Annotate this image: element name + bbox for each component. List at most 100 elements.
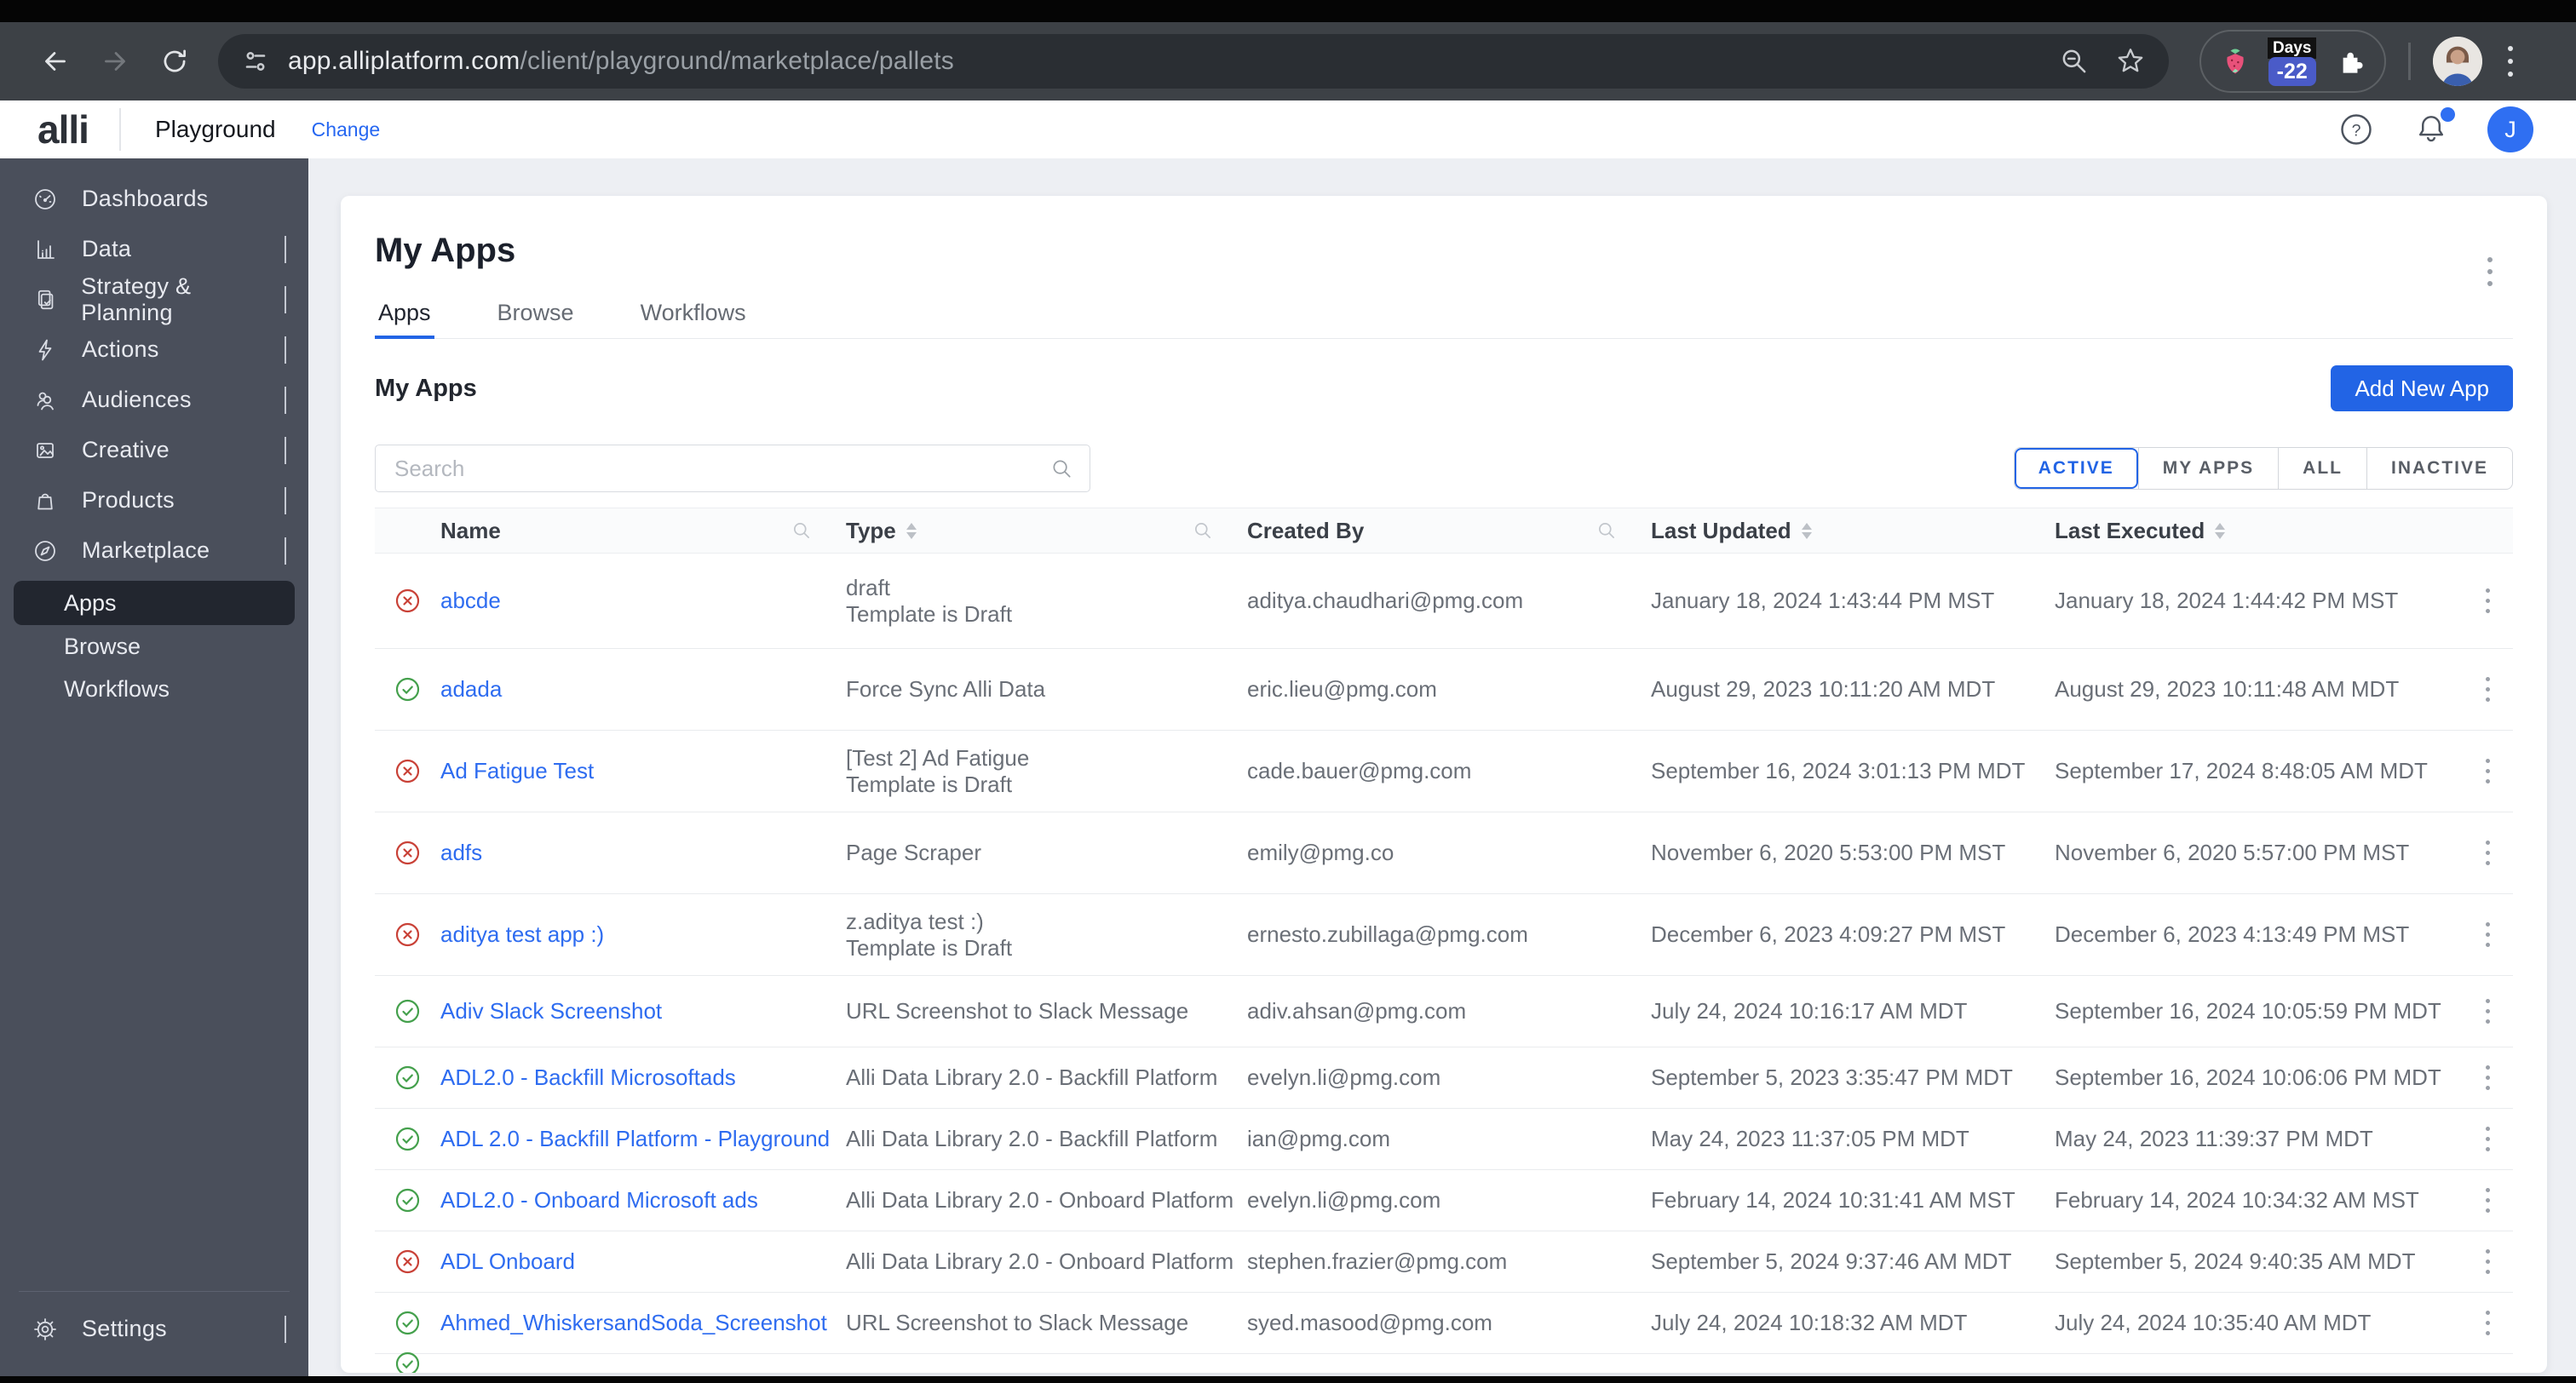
row-actions-kebab[interactable] [2481,1244,2495,1279]
user-avatar[interactable]: J [2487,106,2533,152]
change-workspace-link[interactable]: Change [312,118,381,141]
app-name-link[interactable]: adada [440,676,502,702]
extensions-puzzle-icon[interactable] [2332,43,2367,79]
filter-active[interactable]: ACTIVE [2015,448,2138,489]
days-extension-badge[interactable]: Days -22 [2268,37,2317,86]
row-actions-kebab[interactable] [2481,917,2495,952]
app-name-link[interactable]: ADL Onboard [440,1248,575,1274]
bookmark-star-icon[interactable] [2114,45,2147,77]
sidebar-item-audiences[interactable]: Audiences [0,375,308,425]
row-actions-kebab[interactable] [2481,672,2495,707]
app-name-link[interactable]: Ahmed_WhiskersandSoda_Screenshot [440,1310,827,1335]
last-updated: September 16, 2024 3:01:13 PM MDT [1651,758,2026,783]
notifications-bell[interactable] [2412,107,2455,148]
app-name-link[interactable]: ADL2.0 - Backfill Microsoftads [440,1065,736,1090]
table-row[interactable]: Adiv Slack Screenshot URL Screenshot to … [375,976,2513,1047]
table-row[interactable]: aditya test app :) z.aditya test :) Temp… [375,894,2513,976]
reload-icon[interactable] [158,45,191,77]
column-search-icon[interactable] [1193,520,1213,541]
sidebar-item-actions[interactable]: Actions [0,324,308,375]
row-actions-kebab[interactable] [2481,835,2495,870]
sidebar-subitem-workflows[interactable]: Workflows [0,668,308,710]
search-input[interactable] [375,445,1090,492]
search-icon[interactable] [1050,457,1073,480]
table-row[interactable]: abcde draft Template is Draft aditya.cha… [375,554,2513,649]
sidebar-item-creative[interactable]: Creative [0,425,308,475]
sidebar-item-label: Marketplace [82,537,210,563]
app-name-link[interactable]: abcde [440,588,501,613]
type-cell: z.aditya test :) Template is Draft [846,909,1247,961]
table-row[interactable]: Ad Fatigue Test [Test 2] Ad Fatigue Temp… [375,731,2513,812]
row-actions-kebab[interactable] [2481,1183,2495,1218]
page-actions-kebab[interactable] [2482,252,2498,291]
type-line1: Alli Data Library 2.0 - Onboard Platform [846,1248,1234,1274]
browser-profile-avatar[interactable] [2433,37,2483,86]
filter-my-apps[interactable]: MY APPS [2137,448,2278,489]
add-new-app-button[interactable]: Add New App [2331,365,2513,411]
row-actions-kebab[interactable] [2481,583,2495,618]
site-settings-icon[interactable] [240,46,271,77]
table-row[interactable]: ADL2.0 - Backfill Microsoftads Alli Data… [375,1047,2513,1109]
row-actions-kebab[interactable] [2481,1060,2495,1095]
forward-icon[interactable] [99,45,131,77]
table-row[interactable]: Ahmed_WhiskersandSoda_Screenshot URL Scr… [375,1293,2513,1354]
table-row[interactable]: adfs Page Scraper emily@pmg.co November … [375,812,2513,894]
browser-chrome: app.alliplatform.com/client/playground/m… [0,0,2576,100]
sidebar-item-dashboards[interactable]: Dashboards [0,174,308,224]
row-actions-kebab[interactable] [2481,754,2495,789]
filter-all[interactable]: ALL [2278,448,2366,489]
sidebar-subitem-browse[interactable]: Browse [0,625,308,668]
filter-inactive[interactable]: INACTIVE [2366,448,2512,489]
sidebar-item-strategy-planning[interactable]: Strategy & Planning [0,273,308,325]
sidebar-subitem-apps[interactable]: Apps [14,581,295,625]
sidebar-item-products[interactable]: Products [0,475,308,525]
tab-browse[interactable]: Browse [494,295,578,338]
address-bar[interactable]: app.alliplatform.com/client/playground/m… [218,34,2169,89]
sidebar-item-marketplace[interactable]: Marketplace [0,525,308,576]
sidebar-subitem-label: Apps [64,589,117,616]
chevron-right-icon [285,286,286,313]
tab-apps[interactable]: Apps [375,295,434,339]
status-cell [375,1065,440,1091]
last-updated: July 24, 2024 10:16:17 AM MDT [1651,998,1968,1024]
type-line1: [Test 2] Ad Fatigue [846,744,1030,771]
type-cell: [Test 2] Ad Fatigue Template is Draft [846,745,1247,798]
app-name-link[interactable]: ADL 2.0 - Backfill Platform - Playground [440,1126,830,1151]
created-by: ernesto.zubillaga@pmg.com [1247,921,1528,947]
sort-icon[interactable] [1801,522,1812,539]
row-actions-kebab[interactable] [2481,1122,2495,1156]
sidebar-item-settings[interactable]: Settings [0,1304,308,1354]
column-search-icon[interactable] [1596,520,1617,541]
column-header-created-by[interactable]: Created By [1247,518,1651,544]
table-row[interactable]: ADL 2.0 - Backfill Platform - Playground… [375,1109,2513,1170]
column-search-icon[interactable] [791,520,812,541]
app-name-link[interactable]: aditya test app :) [440,921,604,947]
column-header-type[interactable]: Type [846,518,1247,544]
sidebar: Dashboards Data Strategy & Planning Acti… [0,158,308,1376]
tab-workflows[interactable]: Workflows [637,295,750,338]
type-cell: URL Screenshot to Slack Message [846,998,1247,1024]
table-row[interactable]: ADL2.0 - Onboard Microsoft ads Alli Data… [375,1170,2513,1231]
back-icon[interactable] [39,45,72,77]
app-name-link[interactable]: ADL2.0 - Onboard Microsoft ads [440,1187,758,1213]
strawberry-extension-icon[interactable] [2218,44,2252,78]
sidebar-item-data[interactable]: Data [0,224,308,274]
table-row[interactable]: ADL Onboard Alli Data Library 2.0 - Onbo… [375,1231,2513,1293]
column-header-last-updated[interactable]: Last Updated [1651,518,2055,544]
column-header-name[interactable]: Name [440,518,846,544]
zoom-out-icon[interactable] [2058,45,2090,77]
browser-menu-kebab[interactable] [2503,41,2518,82]
help-icon[interactable]: ? [2337,111,2375,148]
app-name-link[interactable]: Adiv Slack Screenshot [440,998,662,1024]
sidebar-item-label: Data [82,236,132,261]
sidebar-item-label: Settings [82,1316,167,1341]
row-actions-kebab[interactable] [2481,994,2495,1029]
sort-icon[interactable] [2215,522,2226,539]
table-row[interactable]: adada Force Sync Alli Data eric.lieu@pmg… [375,649,2513,731]
app-name-link[interactable]: Ad Fatigue Test [440,758,594,783]
sort-icon[interactable] [906,522,917,539]
column-header-last-executed[interactable]: Last Executed [2055,518,2462,544]
row-actions-kebab[interactable] [2481,1306,2495,1340]
type-line2: Template is Draft [846,934,1013,961]
app-name-link[interactable]: adfs [440,840,482,865]
